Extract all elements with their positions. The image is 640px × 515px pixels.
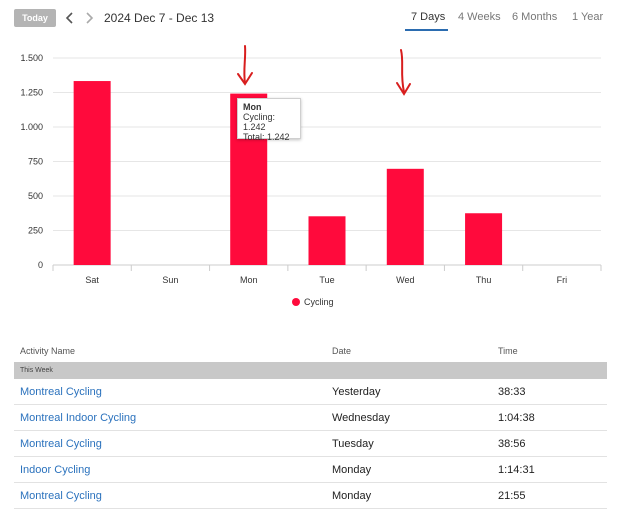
y-tick-label: 750 [28, 157, 43, 167]
date-range-label: 2024 Dec 7 - Dec 13 [104, 11, 215, 25]
activity-date: Tuesday [332, 438, 374, 450]
y-tick-label: 250 [28, 226, 43, 236]
tooltip-title: Mon [243, 102, 262, 112]
y-tick-label: 1.250 [20, 88, 43, 98]
activity-date: Monday [332, 464, 372, 476]
activity-date: Monday [332, 490, 372, 502]
bar-sat[interactable] [73, 81, 111, 265]
activity-name-link[interactable]: Montreal Indoor Cycling [20, 412, 136, 424]
chevron-right-icon [86, 12, 94, 24]
next-range-button[interactable] [82, 9, 96, 27]
column-header-activity-name[interactable]: Activity Name [20, 346, 75, 356]
tab-6-months[interactable]: 6 Months [512, 11, 557, 23]
y-tick-label: 1.500 [20, 53, 43, 63]
prev-range-button[interactable] [63, 9, 77, 27]
activity-date: Wednesday [332, 412, 390, 424]
section-row-this-week: This Week [14, 362, 607, 379]
activity-name-link[interactable]: Indoor Cycling [20, 464, 90, 476]
bar-wed[interactable] [386, 168, 424, 265]
table-row: Indoor Cycling Monday 1:14:31 [14, 457, 607, 483]
y-tick-label: 500 [28, 191, 43, 201]
y-tick-label: 0 [38, 260, 43, 270]
table-row: Montreal Cycling Yesterday 38:33 [14, 379, 607, 405]
table-row: Montreal Cycling Tuesday 38:56 [14, 431, 607, 457]
tab-7-days[interactable]: 7 Days [411, 11, 445, 23]
tab-4-weeks[interactable]: 4 Weeks [458, 11, 501, 23]
x-tick-label: Tue [319, 275, 334, 285]
activity-time: 21:55 [498, 490, 526, 502]
tooltip-total-value: Total: 1.242 [243, 132, 290, 142]
chart-legend[interactable]: Cycling [292, 297, 334, 307]
column-header-date[interactable]: Date [332, 346, 351, 356]
cycling-bar-chart: 0 250 500 750 1.000 1.250 1.500 Sat Sun Mon Tue Wed… [20, 53, 602, 307]
bar-tue[interactable] [308, 216, 346, 265]
chart-tooltip: Mon Cycling: 1.242 Total: 1.242 [237, 98, 301, 142]
activity-date: Yesterday [332, 386, 381, 398]
activity-name-link[interactable]: Montreal Cycling [20, 490, 102, 502]
table-header: Activity Name Date Time [14, 340, 607, 362]
activity-name-link[interactable]: Montreal Cycling [20, 386, 102, 398]
table-row: Montreal Cycling Monday 21:55 [14, 483, 607, 509]
x-tick-label: Sun [162, 275, 178, 285]
table-row: Montreal Indoor Cycling Wednesday 1:04:3… [14, 405, 607, 431]
chevron-left-icon [65, 12, 73, 24]
legend-label: Cycling [304, 297, 334, 307]
section-label: This Week [20, 367, 53, 374]
x-tick-label: Fri [557, 275, 568, 285]
x-tick-label: Thu [476, 275, 492, 285]
active-tab-underline [405, 29, 448, 31]
activity-time: 38:56 [498, 438, 526, 450]
bar-thu[interactable] [465, 213, 503, 265]
today-button[interactable]: Today [14, 9, 56, 27]
x-tick-label: Sat [85, 275, 99, 285]
activity-name-link[interactable]: Montreal Cycling [20, 438, 102, 450]
tooltip-cycling-value: Cycling: 1.242 [243, 112, 276, 132]
tab-1-year[interactable]: 1 Year [572, 11, 603, 23]
x-tick-label: Mon [240, 275, 258, 285]
toolbar: Today 2024 Dec 7 - Dec 13 7 Days 4 Weeks… [0, 0, 640, 36]
y-tick-label: 1.000 [20, 122, 43, 132]
activity-time: 1:04:38 [498, 412, 535, 424]
activity-table: Activity Name Date Time This Week Montre… [14, 340, 607, 509]
activity-time: 38:33 [498, 386, 526, 398]
x-tick-label: Wed [396, 275, 414, 285]
legend-marker [292, 298, 300, 306]
column-header-time[interactable]: Time [498, 346, 518, 356]
activity-time: 1:14:31 [498, 464, 535, 476]
